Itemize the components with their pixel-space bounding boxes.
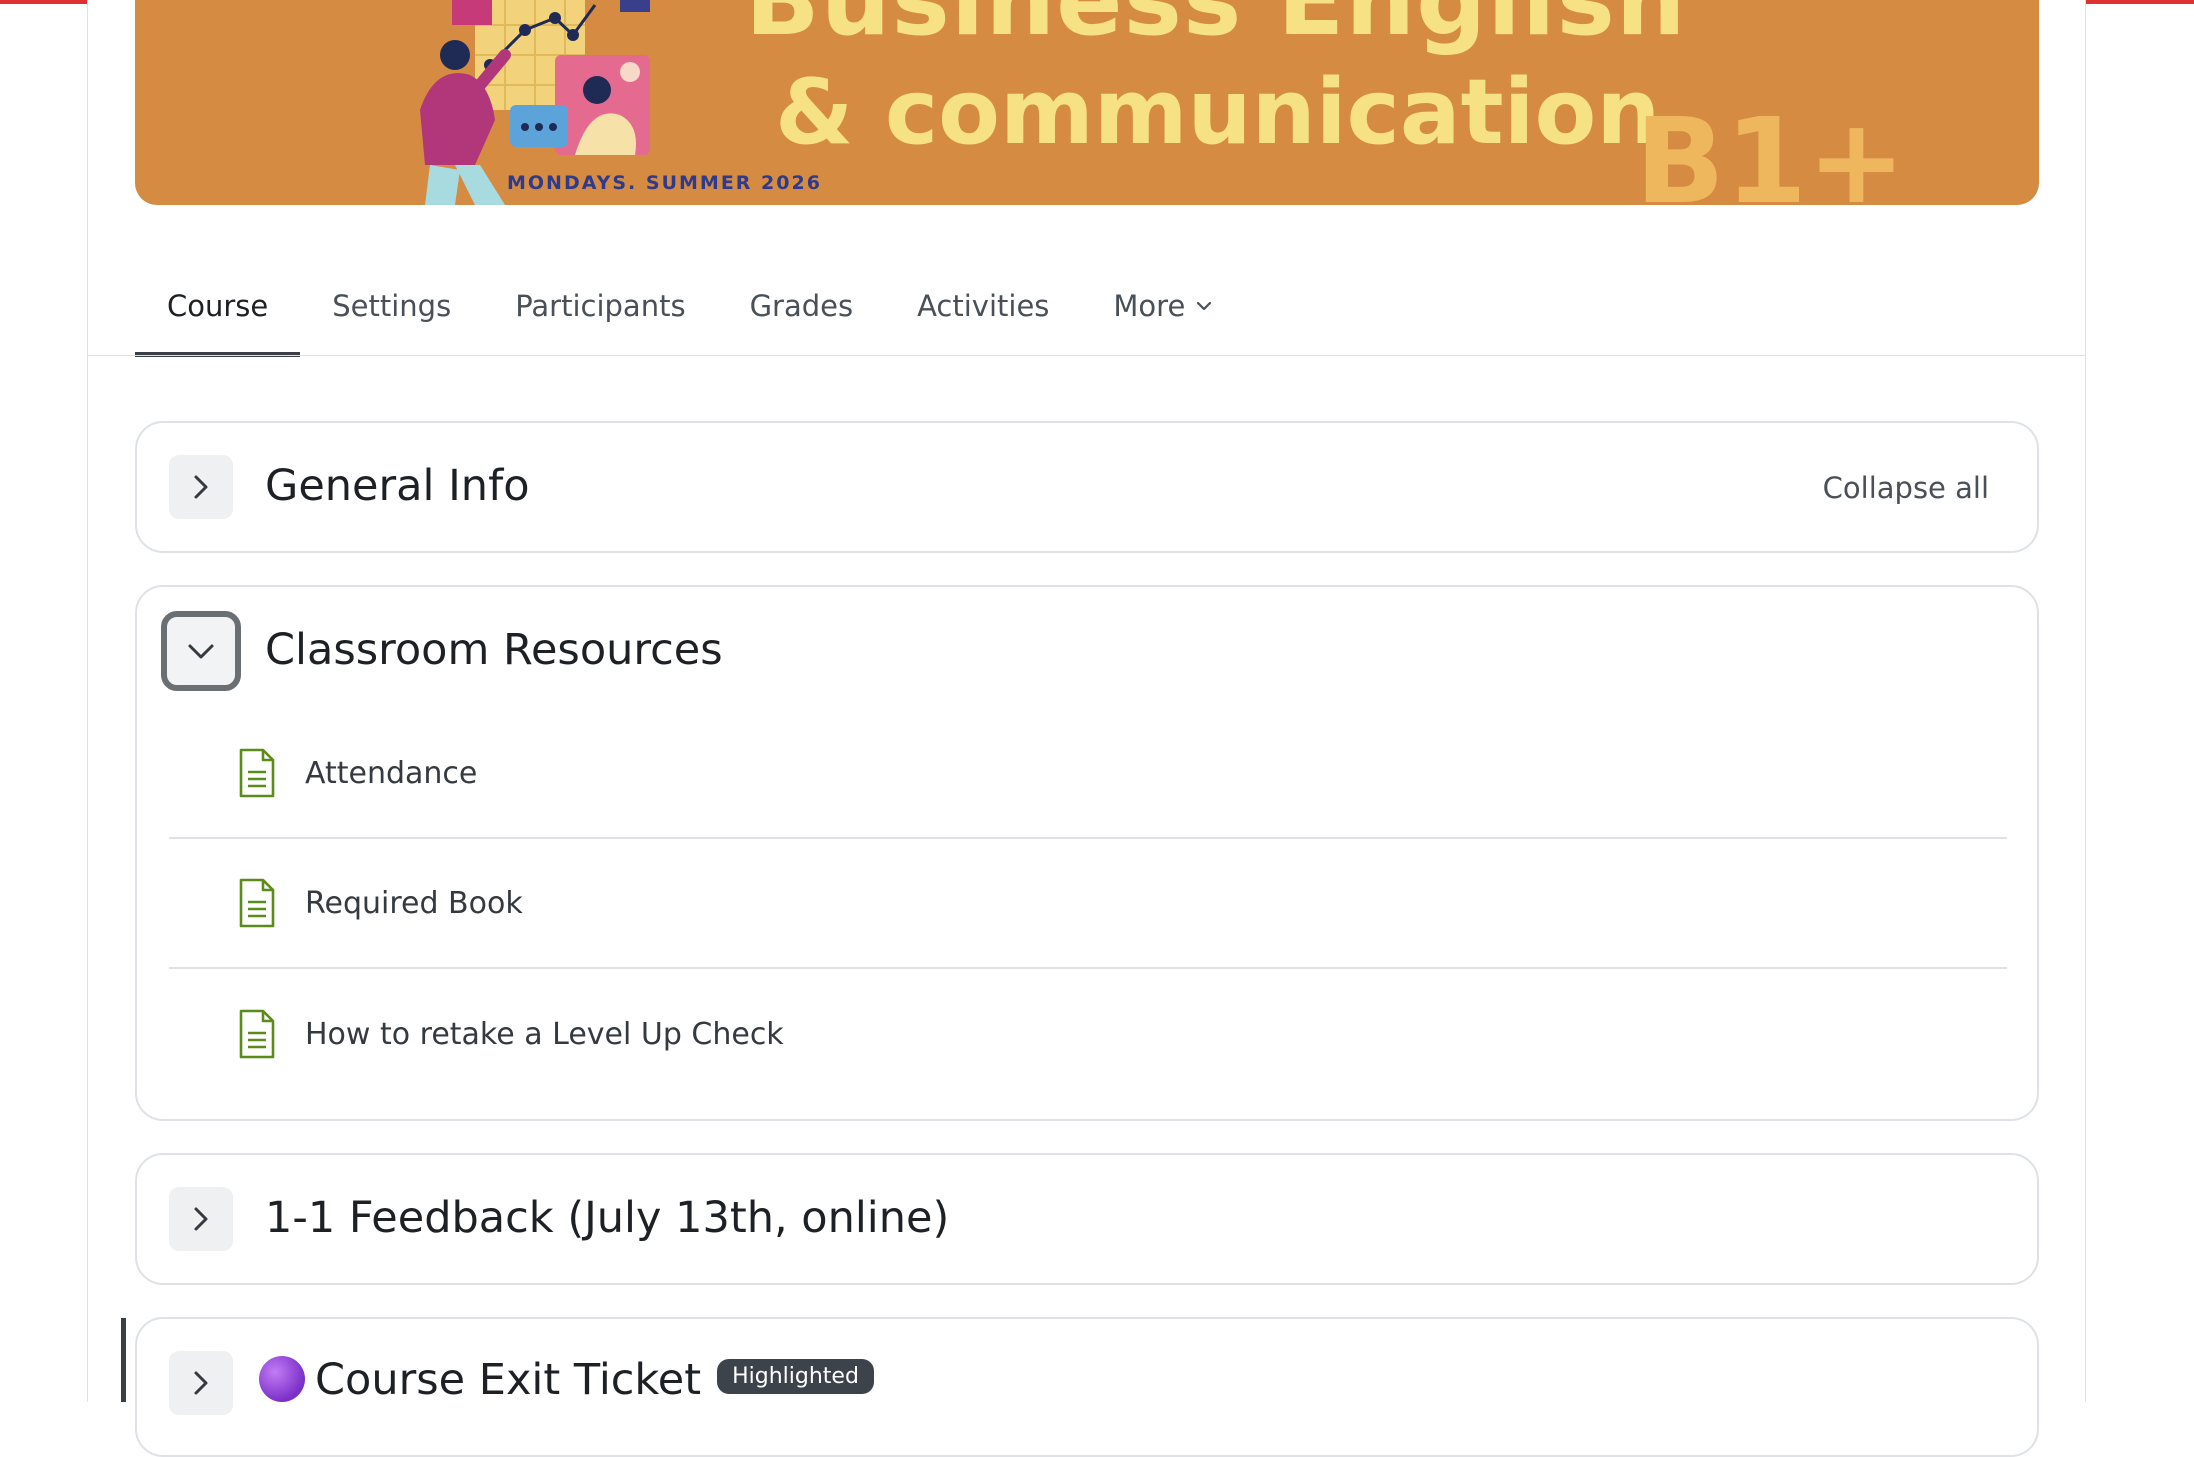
highlight-indicator-bar bbox=[121, 1318, 126, 1402]
tab-more-label: More bbox=[1113, 288, 1186, 323]
activity-link-level-up-check[interactable]: How to retake a Level Up Check bbox=[305, 1017, 784, 1052]
section-title-row: Course Exit Ticket Highlighted bbox=[259, 1355, 874, 1406]
banner-level: B1+ bbox=[1635, 92, 1906, 205]
chevron-right-icon bbox=[194, 475, 208, 499]
section-classroom-resources: Classroom Resources Attendance Required … bbox=[135, 585, 2039, 1121]
section-title[interactable]: General Info bbox=[265, 461, 530, 511]
chevron-down-icon bbox=[188, 644, 214, 659]
activity-item: How to retake a Level Up Check bbox=[169, 969, 2007, 1099]
file-document-icon bbox=[239, 1009, 275, 1059]
banner-title-line2: & communication bbox=[775, 60, 1661, 165]
tabs-divider bbox=[88, 355, 2085, 356]
tab-settings-label: Settings bbox=[332, 288, 452, 323]
tab-activities[interactable]: Activities bbox=[885, 255, 1081, 356]
section-toggle-button[interactable] bbox=[169, 1351, 233, 1415]
section-toggle-button[interactable] bbox=[169, 1187, 233, 1251]
highlighted-badge: Highlighted bbox=[717, 1359, 874, 1394]
purple-circle-icon bbox=[259, 1355, 305, 1402]
tab-course[interactable]: Course bbox=[135, 255, 301, 357]
activity-link-required-book[interactable]: Required Book bbox=[305, 886, 523, 921]
section-feedback: 1-1 Feedback (July 13th, online) bbox=[135, 1153, 2039, 1285]
collapse-all-link[interactable]: Collapse all bbox=[1823, 471, 1989, 505]
section-general-info: General Info Collapse all bbox=[135, 421, 2039, 553]
tab-participants[interactable]: Participants bbox=[483, 255, 717, 356]
file-document-icon bbox=[239, 878, 275, 928]
tab-grades[interactable]: Grades bbox=[718, 255, 886, 356]
file-document-icon bbox=[239, 748, 275, 798]
tab-grades-label: Grades bbox=[749, 288, 854, 323]
chevron-right-icon bbox=[194, 1207, 208, 1231]
tab-participants-label: Participants bbox=[515, 288, 686, 323]
banner-title-line1: Business English bbox=[745, 0, 1687, 58]
activity-item: Attendance bbox=[169, 709, 2007, 839]
banner-tagline: MONDAYS. SUMMER 2026 bbox=[507, 172, 822, 194]
tab-activities-label: Activities bbox=[917, 288, 1050, 323]
section-title[interactable]: 1-1 Feedback (July 13th, online) bbox=[265, 1193, 949, 1243]
tab-course-label: Course bbox=[167, 288, 269, 323]
course-nav-tabs: Course Settings Participants Grades Acti… bbox=[135, 255, 1247, 357]
activity-link-attendance[interactable]: Attendance bbox=[305, 756, 477, 791]
section-course-exit-ticket: Course Exit Ticket Highlighted bbox=[135, 1317, 2039, 1457]
tab-settings[interactable]: Settings bbox=[300, 255, 483, 356]
section-title[interactable]: Classroom Resources bbox=[265, 625, 723, 675]
activity-item: Required Book bbox=[169, 839, 2007, 969]
tab-more[interactable]: More bbox=[1081, 255, 1247, 356]
section-title[interactable]: Course Exit Ticket bbox=[315, 1355, 701, 1405]
course-page: Business English & communication B1+ MON… bbox=[87, 0, 2086, 1457]
section-toggle-button[interactable] bbox=[161, 611, 241, 691]
section-toggle-button[interactable] bbox=[169, 455, 233, 519]
chevron-down-icon bbox=[1197, 301, 1212, 310]
chevron-right-icon bbox=[194, 1371, 208, 1395]
course-banner-image: Business English & communication B1+ MON… bbox=[135, 0, 2039, 205]
